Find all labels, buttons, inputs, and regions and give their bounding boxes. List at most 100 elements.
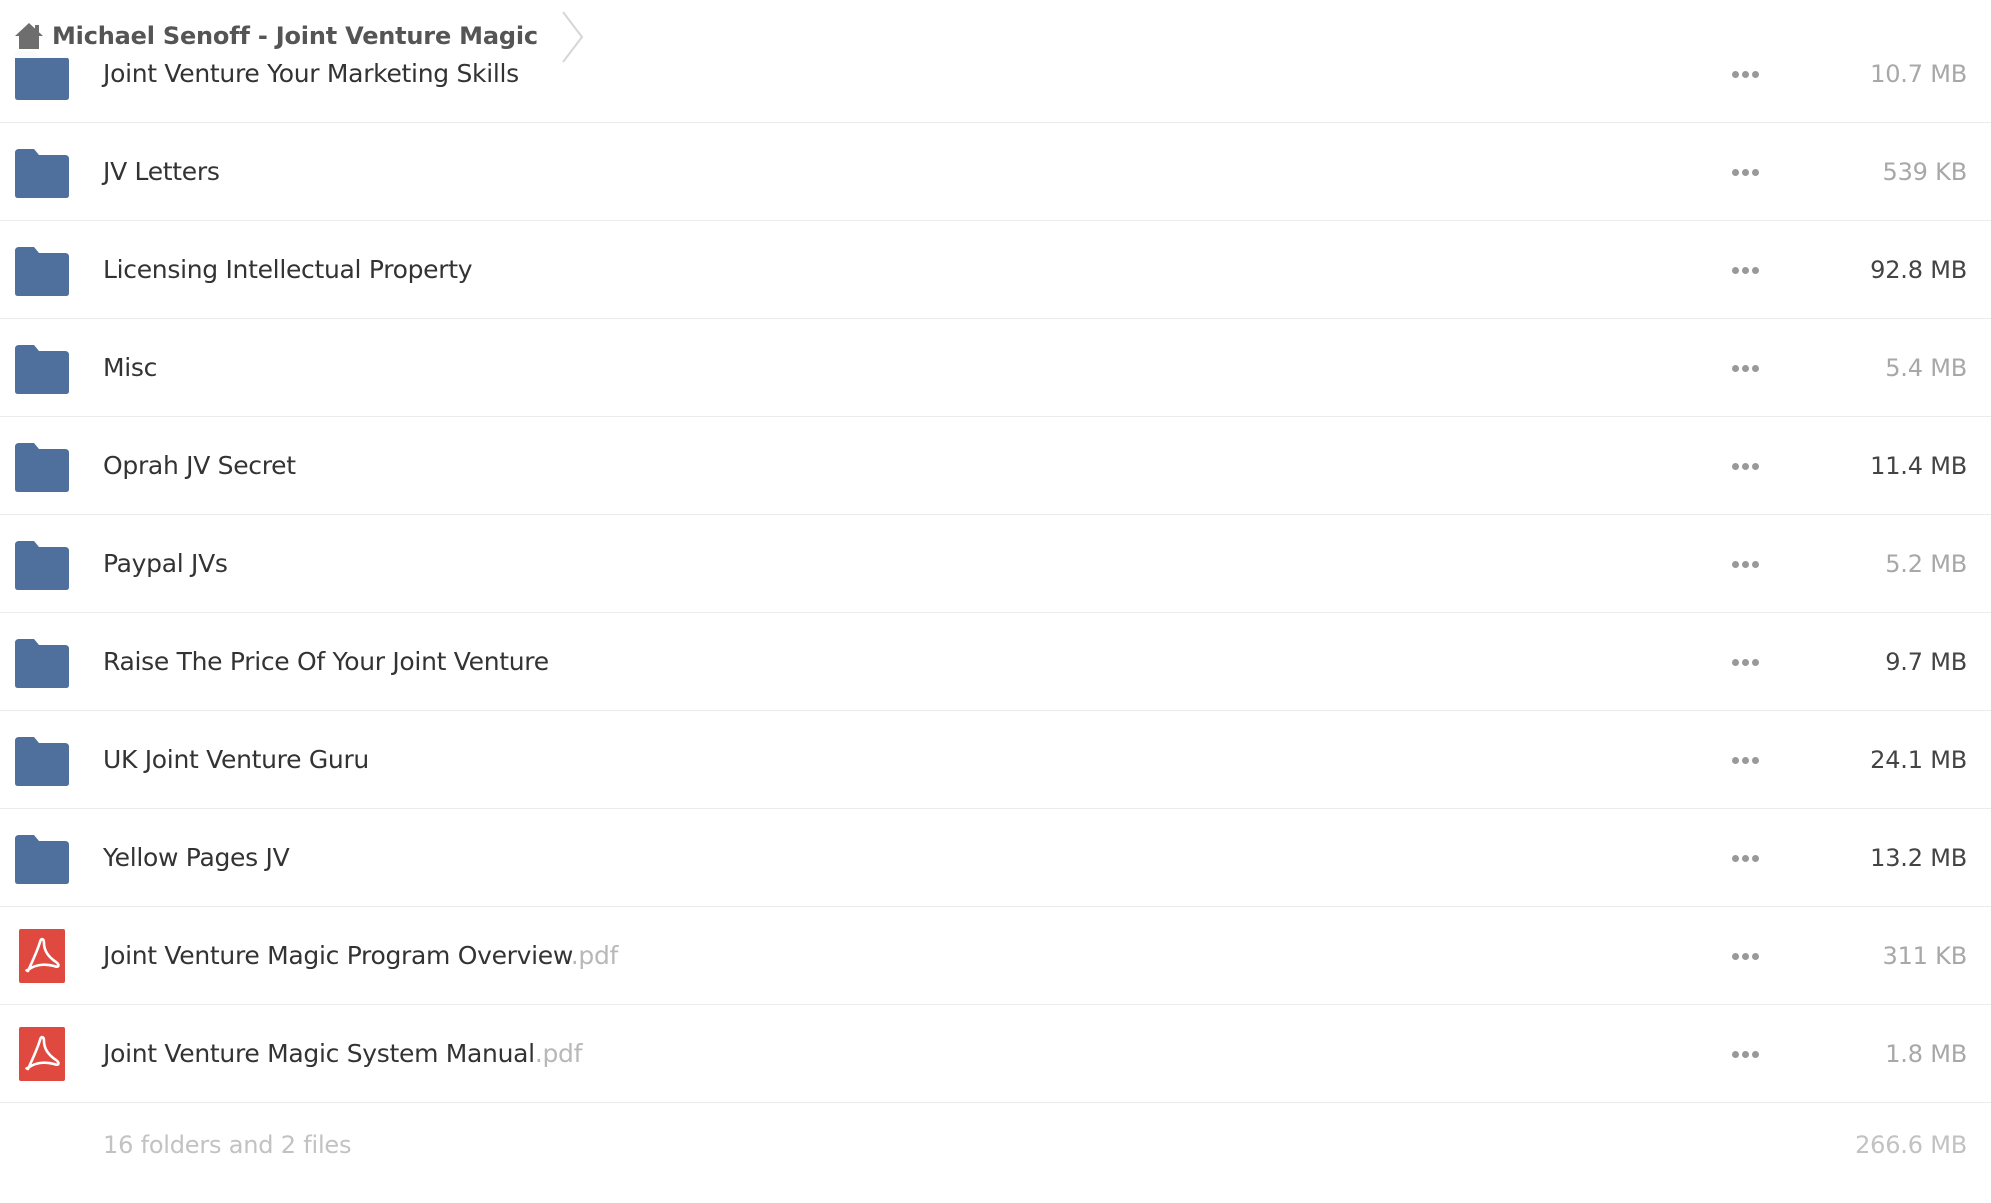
dot-icon (1751, 854, 1759, 862)
file-name-text: Joint Venture Magic Program Overview (103, 941, 571, 970)
more-options-button[interactable] (1726, 748, 1764, 772)
dot-icon (1751, 658, 1759, 666)
more-options-button[interactable] (1726, 944, 1764, 968)
file-name-text: Misc (103, 353, 158, 382)
more-options-button[interactable] (1726, 846, 1764, 870)
file-extension: .pdf (534, 1039, 583, 1068)
folder-icon (14, 831, 70, 885)
dot-icon (1741, 462, 1749, 470)
dot-icon (1731, 854, 1739, 862)
file-name-text: Oprah JV Secret (103, 451, 296, 480)
dot-icon (1731, 462, 1739, 470)
more-options-button[interactable] (1726, 258, 1764, 282)
list-item[interactable]: Misc 5.4 MB (0, 319, 1991, 417)
dot-icon (1751, 168, 1759, 176)
file-list: Joint Venture Your Marketing Skills 10.7… (0, 25, 1991, 1203)
dot-icon (1731, 364, 1739, 372)
dot-icon (1751, 364, 1759, 372)
file-name-text: Yellow Pages JV (103, 843, 290, 872)
file-name: UK Joint Venture Guru (103, 711, 369, 809)
dot-icon (1741, 168, 1749, 176)
list-item[interactable]: UK Joint Venture Guru 24.1 MB (0, 711, 1991, 809)
pdf-icon (14, 929, 70, 983)
file-name-text: Licensing Intellectual Property (103, 255, 473, 284)
file-size: 13.2 MB (1870, 844, 1967, 872)
folder-icon (14, 537, 70, 591)
file-size: 11.4 MB (1870, 452, 1967, 480)
dot-icon (1741, 70, 1749, 78)
list-item[interactable]: Yellow Pages JV 13.2 MB (0, 809, 1991, 907)
file-size: 311 KB (1882, 942, 1968, 970)
item-count: 16 folders and 2 files (103, 1131, 352, 1159)
dot-icon (1751, 560, 1759, 568)
more-options-button[interactable] (1726, 1042, 1764, 1066)
folder-icon (14, 243, 70, 297)
dot-icon (1741, 266, 1749, 274)
file-name: Joint Venture Magic System Manual.pdf (103, 1005, 582, 1103)
list-item[interactable]: Joint Venture Magic Program Overview.pdf… (0, 907, 1991, 1005)
file-name: Licensing Intellectual Property (103, 221, 473, 319)
dot-icon (1731, 70, 1739, 78)
file-size: 10.7 MB (1870, 60, 1967, 88)
more-options-button[interactable] (1726, 356, 1764, 380)
pdf-icon (14, 1027, 70, 1081)
dot-icon (1731, 168, 1739, 176)
breadcrumb-label: Michael Senoff - Joint Venture Magic (52, 22, 538, 50)
dot-icon (1751, 952, 1759, 960)
file-name: Yellow Pages JV (103, 809, 290, 907)
list-item[interactable]: Oprah JV Secret 11.4 MB (0, 417, 1991, 515)
dot-icon (1731, 756, 1739, 764)
more-options-button[interactable] (1726, 650, 1764, 674)
dot-icon (1741, 952, 1749, 960)
folder-icon (14, 635, 70, 689)
file-name-text: Paypal JVs (103, 549, 228, 578)
dot-icon (1751, 70, 1759, 78)
list-item[interactable]: Joint Venture Magic System Manual.pdf 1.… (0, 1005, 1991, 1103)
dot-icon (1751, 462, 1759, 470)
dot-icon (1751, 266, 1759, 274)
total-size: 266.6 MB (1855, 1131, 1967, 1159)
folder-icon (14, 733, 70, 787)
dot-icon (1741, 658, 1749, 666)
dot-icon (1741, 854, 1749, 862)
list-item[interactable]: JV Letters 539 KB (0, 123, 1991, 221)
file-size: 9.7 MB (1885, 648, 1967, 676)
file-name-text: UK Joint Venture Guru (103, 745, 369, 774)
breadcrumb[interactable]: Michael Senoff - Joint Venture Magic (14, 11, 586, 63)
more-options-button[interactable] (1726, 454, 1764, 478)
dot-icon (1731, 560, 1739, 568)
file-name-text: Joint Venture Magic System Manual (103, 1039, 535, 1068)
file-size: 539 KB (1882, 158, 1968, 186)
breadcrumb-separator-icon (562, 11, 584, 63)
dot-icon (1741, 560, 1749, 568)
file-size: 24.1 MB (1870, 746, 1967, 774)
file-name: Joint Venture Magic Program Overview.pdf (103, 907, 618, 1005)
dot-icon (1731, 1050, 1739, 1058)
folder-summary: 16 folders and 2 files 266.6 MB (0, 1103, 1991, 1203)
file-name-text: JV Letters (103, 157, 220, 186)
dot-icon (1741, 364, 1749, 372)
home-icon (15, 23, 43, 49)
more-options-button[interactable] (1726, 62, 1764, 86)
list-item[interactable]: Paypal JVs 5.2 MB (0, 515, 1991, 613)
folder-icon (14, 341, 70, 395)
list-item[interactable]: Licensing Intellectual Property 92.8 MB (0, 221, 1991, 319)
file-name: Oprah JV Secret (103, 417, 296, 515)
list-item[interactable]: Raise The Price Of Your Joint Venture 9.… (0, 613, 1991, 711)
file-name: JV Letters (103, 123, 220, 221)
dot-icon (1751, 756, 1759, 764)
dot-icon (1731, 266, 1739, 274)
file-size: 92.8 MB (1870, 256, 1967, 284)
file-name-text: Raise The Price Of Your Joint Venture (103, 647, 549, 676)
file-name-text: Joint Venture Your Marketing Skills (103, 59, 519, 88)
folder-icon (14, 439, 70, 493)
file-size: 5.4 MB (1885, 354, 1967, 382)
file-name: Paypal JVs (103, 515, 228, 613)
more-options-button[interactable] (1726, 160, 1764, 184)
more-options-button[interactable] (1726, 552, 1764, 576)
folder-icon (14, 145, 70, 199)
dot-icon (1741, 756, 1749, 764)
dot-icon (1751, 1050, 1759, 1058)
file-name: Raise The Price Of Your Joint Venture (103, 613, 549, 711)
file-extension: .pdf (570, 941, 619, 970)
